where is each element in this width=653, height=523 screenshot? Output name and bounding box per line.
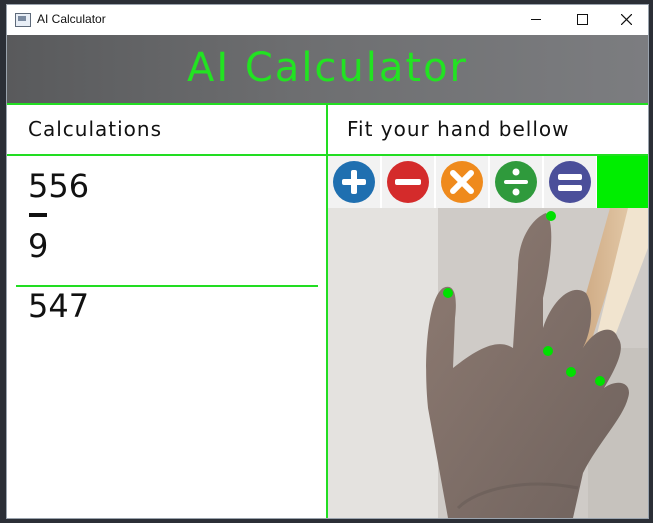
plus-button[interactable]	[328, 156, 380, 208]
app-canvas: AI Calculator Calculations Fit your hand…	[7, 35, 648, 518]
app-heading: AI Calculator	[187, 45, 468, 91]
header-banner: AI Calculator	[7, 35, 648, 103]
operand-2: 9	[28, 227, 49, 265]
close-icon	[621, 14, 632, 25]
left-label-divider	[7, 154, 328, 156]
minus-button[interactable]	[382, 156, 434, 208]
plus-icon	[333, 161, 375, 203]
operator-toolbar	[328, 156, 648, 208]
equals-button[interactable]	[544, 156, 596, 208]
instruction-label: Fit your hand bellow	[347, 117, 570, 141]
landmark-point	[443, 288, 453, 298]
minimize-button[interactable]	[513, 5, 559, 35]
multiply-button[interactable]	[436, 156, 488, 208]
window-title: AI Calculator	[37, 12, 106, 26]
landmark-point	[546, 211, 556, 221]
multiply-icon	[441, 161, 483, 203]
selection-indicator	[597, 156, 648, 208]
landmark-point	[595, 376, 605, 386]
title-bar[interactable]: AI Calculator	[7, 5, 648, 35]
minus-icon	[387, 161, 429, 203]
landmark-point	[566, 367, 576, 377]
landmark-point	[543, 346, 553, 356]
close-button[interactable]	[603, 5, 648, 35]
calculations-label: Calculations	[28, 117, 162, 141]
divide-button[interactable]	[490, 156, 542, 208]
maximize-button[interactable]	[559, 5, 605, 35]
result-value: 547	[28, 287, 90, 325]
operand-1: 556	[28, 167, 90, 205]
divide-icon	[495, 161, 537, 203]
hand-image	[328, 208, 648, 518]
camera-feed	[328, 208, 648, 518]
minus-operator	[29, 213, 47, 217]
equals-icon	[549, 161, 591, 203]
app-icon	[15, 13, 31, 27]
app-window: AI Calculator AI Calculator Calculations…	[6, 4, 649, 519]
